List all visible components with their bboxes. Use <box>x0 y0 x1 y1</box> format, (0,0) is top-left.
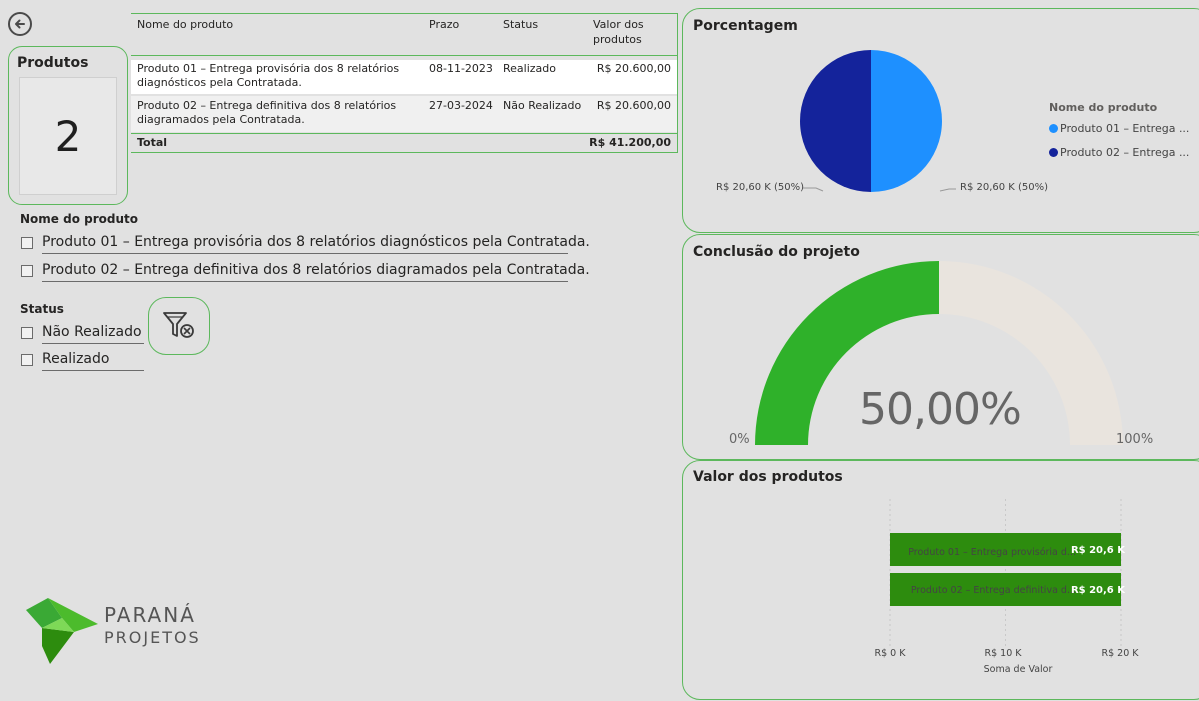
pie-slice-produto-01[interactable] <box>871 50 942 192</box>
table-header-divider <box>131 55 677 56</box>
logo-mark-icon <box>26 598 98 664</box>
product-02-checkbox[interactable] <box>21 265 33 277</box>
leader-line-right <box>939 188 956 192</box>
pie-label-right: R$ 20,60 K (50%) <box>960 182 1049 193</box>
card-title: Produtos <box>17 55 89 71</box>
row-status: Não Realizado <box>503 99 582 112</box>
legend-dot-icon <box>1049 148 1058 157</box>
row-product: Produto 02 – Entrega definitiva dos 8 re… <box>137 99 397 126</box>
pie-slice-produto-02[interactable] <box>800 50 871 192</box>
filter-clear-icon <box>163 312 194 338</box>
x-tick-label: R$ 10 K <box>984 648 1022 659</box>
x-tick-label: R$ 0 K <box>874 648 906 659</box>
legend-label: Produto 02 – Entrega ... <box>1060 146 1190 159</box>
products-count-card: Produtos 2 <box>8 46 128 205</box>
gauge-value: 50,00% <box>859 384 1022 435</box>
status-nao-realizado-option[interactable]: Não Realizado <box>42 323 142 341</box>
bar-category-label: Produto 02 – Entrega definitiva d... <box>910 585 1076 596</box>
table-total-value: R$ 41.200,00 <box>589 136 671 149</box>
card-value: 2 <box>19 77 117 195</box>
legend-dot-icon <box>1049 124 1058 133</box>
x-tick-label: R$ 20 K <box>1101 648 1139 659</box>
bar-chart[interactable] <box>683 461 1199 701</box>
row-deadline: 27-03-2024 <box>429 99 493 112</box>
logo-line2: PROJETOS <box>104 628 201 647</box>
clear-filters-button[interactable] <box>148 297 210 355</box>
percentage-panel: Porcentagem R$ 20,60 K (50%) R$ 20,60 K … <box>682 8 1199 233</box>
table-header-value[interactable]: Valor dos produtos <box>593 17 663 47</box>
product-01-option[interactable]: Produto 01 – Entrega provisória dos 8 re… <box>42 233 590 251</box>
table-header-deadline[interactable]: Prazo <box>429 17 459 32</box>
bar-category-label: Produto 01 – Entrega provisória d... <box>908 547 1076 558</box>
divider <box>42 281 568 282</box>
product-02-option[interactable]: Produto 02 – Entrega definitiva dos 8 re… <box>42 261 590 279</box>
table-header-status[interactable]: Status <box>503 17 538 32</box>
divider <box>42 370 144 371</box>
legend-label: Produto 01 – Entrega ... <box>1060 122 1190 135</box>
bar-data-label: R$ 20,6 K <box>1070 545 1125 556</box>
product-01-checkbox[interactable] <box>21 237 33 249</box>
row-product: Produto 01 – Entrega provisória dos 8 re… <box>137 62 400 89</box>
product-values-panel: Valor dos produtos Produto 01 – Entrega … <box>682 460 1199 700</box>
status-nao-realizado-checkbox[interactable] <box>21 327 33 339</box>
legend-item-produto-01[interactable]: Produto 01 – Entrega ... <box>1049 122 1189 135</box>
gauge-min-label: 0% <box>729 432 750 447</box>
leader-line-left <box>803 187 824 192</box>
row-value: R$ 20.600,00 <box>596 99 671 112</box>
legend-title: Nome do produto <box>1049 101 1158 114</box>
products-table: Nome do produto Prazo Status Valor dos p… <box>131 13 678 153</box>
divider <box>42 253 568 254</box>
table-total-label: Total <box>137 136 168 149</box>
product-slicer-title: Nome do produto <box>20 212 138 226</box>
logo-line1: PARANÁ <box>104 603 196 627</box>
arrow-left-icon <box>15 19 25 29</box>
status-slicer-title: Status <box>20 302 64 316</box>
legend-item-produto-02[interactable]: Produto 02 – Entrega ... <box>1049 146 1189 159</box>
gauge-max-label: 100% <box>1116 432 1154 447</box>
row-value: R$ 20.600,00 <box>596 62 671 75</box>
table-header-product[interactable]: Nome do produto <box>137 17 233 32</box>
project-completion-panel: Conclusão do projeto 50,00% 0% 100% <box>682 234 1199 460</box>
parana-projetos-logo: PARANÁ PROJETOS <box>22 596 199 670</box>
divider <box>42 343 144 344</box>
row-status: Realizado <box>503 62 556 75</box>
status-realizado-checkbox[interactable] <box>21 354 33 366</box>
table-total-divider <box>131 133 677 134</box>
pie-label-left: R$ 20,60 K (50%) <box>716 182 805 193</box>
back-button[interactable] <box>8 12 32 36</box>
status-realizado-option[interactable]: Realizado <box>42 350 109 368</box>
bar-data-label: R$ 20,6 K <box>1070 585 1125 596</box>
row-deadline: 08-11-2023 <box>429 62 493 75</box>
x-axis-title: Soma de Valor <box>983 664 1053 675</box>
table-row[interactable]: Produto 01 – Entrega provisória dos 8 re… <box>131 60 677 94</box>
table-row[interactable]: Produto 02 – Entrega definitiva dos 8 re… <box>131 96 677 132</box>
